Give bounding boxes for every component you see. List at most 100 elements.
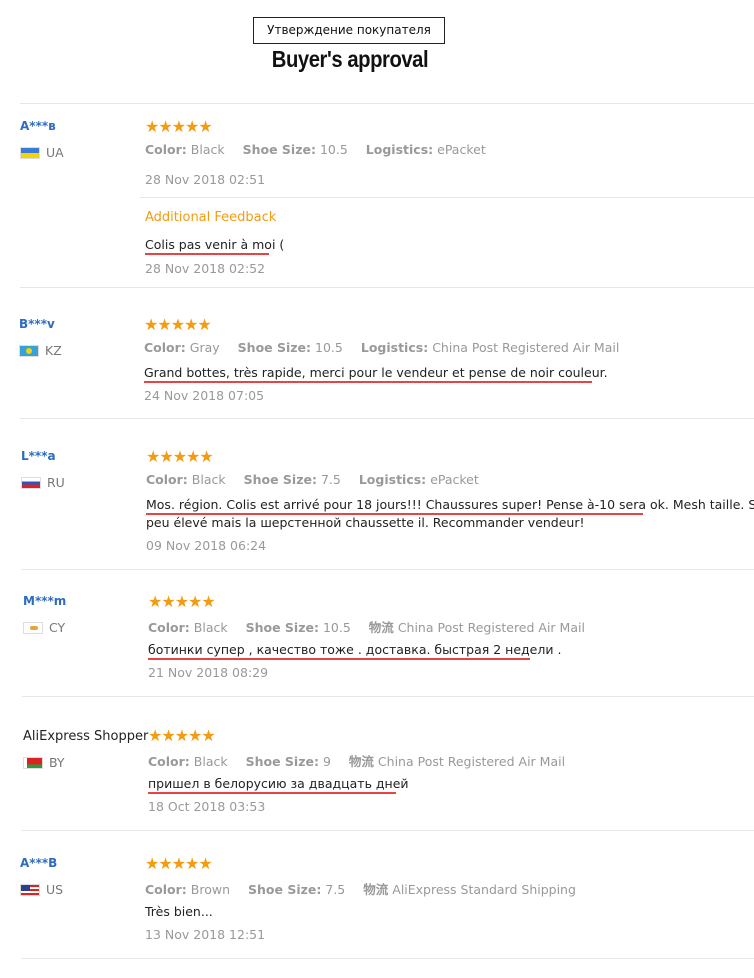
kz-flag-icon	[19, 344, 39, 357]
reviewer-name[interactable]: L***a	[21, 449, 56, 463]
ua-flag-icon	[20, 146, 40, 159]
color-value: Gray	[189, 340, 220, 355]
reviewer-country: US	[20, 882, 63, 897]
divider	[22, 830, 754, 831]
title-en: Buyer's approval	[271, 46, 429, 72]
reviewer-name[interactable]: A***в	[20, 119, 56, 133]
color-label: Color:	[144, 340, 186, 355]
reviewer-name[interactable]: AliExpress Shopper	[23, 729, 148, 744]
divider	[22, 569, 754, 570]
size-value: 7.5	[325, 882, 346, 897]
size-label: Shoe Size:	[243, 472, 317, 487]
order-details: Color: Brown Shoe Size: 7.5 物流 AliExpress S…	[145, 879, 576, 898]
divider	[140, 197, 754, 198]
logistics-label: Logistics:	[360, 340, 429, 355]
country-code: US	[46, 882, 64, 897]
rating-stars: ★★★★★	[144, 315, 212, 334]
color-label: Color:	[148, 754, 190, 769]
review-date: 13 Nov 2018 12:51	[145, 927, 266, 942]
review-date: 09 Nov 2018 06:24	[146, 538, 267, 553]
size-label: Shoe Size:	[248, 882, 322, 897]
rating-stars: ★★★★★	[145, 117, 213, 136]
review-date: 24 Nov 2018 07:05	[144, 388, 265, 403]
text-underline	[145, 253, 269, 255]
logistics-label: Logistics:	[365, 142, 434, 157]
divider	[20, 418, 754, 419]
reviewer-name[interactable]: M***m	[23, 594, 66, 608]
logistics-value: ePacket	[430, 472, 479, 487]
review-text: Grand bottes, très rapide, merci pour le…	[144, 365, 608, 380]
country-code: BY	[49, 755, 65, 770]
text-underline	[144, 381, 592, 383]
size-value: 10.5	[315, 340, 343, 355]
color-value: Black	[193, 754, 228, 769]
additional-date: 28 Nov 2018 02:52	[145, 261, 266, 276]
color-value: Black	[190, 142, 225, 157]
size-label: Shoe Size:	[242, 142, 316, 157]
size-label: Shoe Size:	[245, 620, 319, 635]
rating-stars: ★★★★★	[145, 854, 213, 873]
additional-feedback-label: Additional Feedback	[145, 210, 277, 225]
order-details: Color: Black Shoe Size: 7.5 Logistics: ePac…	[146, 472, 479, 487]
reviewer-country: CY	[23, 620, 65, 635]
divider	[22, 696, 754, 697]
color-label: Color:	[145, 142, 187, 157]
logistics-value: China Post Registered Air Mail	[397, 620, 585, 635]
logistics-value: China Post Registered Air Mail	[432, 340, 620, 355]
order-details: Color: Gray Shoe Size: 10.5 Logistics: Chin…	[144, 340, 619, 355]
size-label: Shoe Size:	[237, 340, 312, 355]
color-value: Brown	[190, 882, 231, 897]
reviewer-country: RU	[21, 475, 65, 490]
size-value: 10.5	[319, 142, 348, 157]
reviewer-name[interactable]: B***v	[19, 317, 55, 331]
text-underline	[148, 658, 530, 660]
review-text: Mos. région. Colis est arrivé pour 18 jo…	[146, 497, 754, 512]
color-label: Color:	[146, 472, 188, 487]
logistics-value: ePacket	[437, 142, 486, 157]
color-label: Color:	[148, 620, 190, 635]
logistics-value: AliExpress Standard Shipping	[392, 882, 576, 897]
us-flag-icon	[20, 883, 40, 896]
logistics-value: China Post Registered Air Mail	[377, 754, 566, 769]
size-value: 9	[322, 754, 331, 769]
review-text-continued: peu élevé mais la шерстенной chaussette …	[146, 515, 585, 530]
review-text: пришел в белорусию за двадцать дней	[148, 776, 409, 791]
review-text: Colis pas venir à moi (	[145, 237, 285, 252]
divider	[20, 103, 754, 104]
order-details: Color: Black Shoe Size: 10.5 Logistics: ePa…	[145, 142, 486, 157]
order-details: Color: Black Shoe Size: 10.5 物流 China Post …	[148, 617, 585, 636]
divider	[22, 958, 754, 959]
color-value: Black	[193, 620, 228, 635]
logistics-label: Logistics:	[358, 472, 427, 487]
review-text: Très bien...	[145, 904, 213, 919]
country-code: CY	[49, 620, 66, 635]
country-code: KZ	[45, 343, 62, 358]
logistics-label: 物流	[348, 754, 374, 769]
ru-flag-icon	[21, 476, 41, 489]
rating-stars: ★★★★★	[146, 447, 214, 466]
country-code: UA	[46, 145, 64, 160]
order-details: Color: Black Shoe Size: 9 物流 China Post Reg…	[148, 751, 565, 770]
logistics-label: 物流	[363, 882, 389, 897]
rating-stars: ★★★★★	[148, 726, 216, 745]
color-label: Color:	[145, 882, 187, 897]
by-flag-icon	[23, 756, 43, 769]
logistics-label: 物流	[368, 620, 394, 635]
country-code: RU	[47, 475, 65, 490]
color-value: Black	[191, 472, 226, 487]
title-ru: Утверждение покупателя	[253, 17, 445, 44]
text-underline	[148, 792, 396, 794]
size-value: 7.5	[320, 472, 341, 487]
size-value: 10.5	[322, 620, 351, 635]
review-date: 18 Oct 2018 03:53	[148, 799, 266, 814]
reviewer-country: UA	[20, 145, 64, 160]
size-label: Shoe Size:	[245, 754, 319, 769]
cy-flag-icon	[23, 621, 43, 634]
review-date: 28 Nov 2018 02:51	[145, 172, 266, 187]
reviewer-country: BY	[23, 755, 65, 770]
review-text: ботинки супер , качество тоже . доставка…	[148, 642, 562, 657]
review-date: 21 Nov 2018 08:29	[148, 665, 269, 680]
reviewer-country: KZ	[19, 343, 62, 358]
reviewer-name[interactable]: A***B	[20, 856, 57, 870]
divider	[20, 287, 754, 288]
